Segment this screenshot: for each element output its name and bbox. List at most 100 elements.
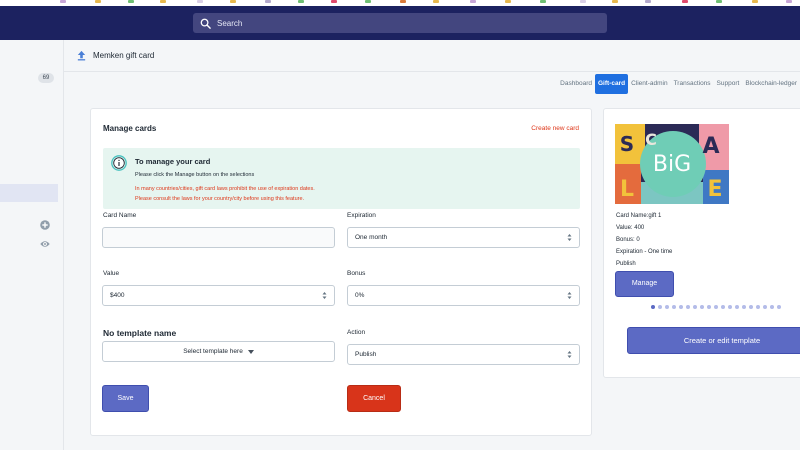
carousel-dot[interactable]	[672, 305, 676, 309]
tab-gift-card[interactable]: Gift-card	[594, 74, 629, 94]
carousel-dot[interactable]	[707, 305, 711, 309]
expiration-label: Expiration	[347, 212, 376, 219]
info-warning: Please consult the laws for your country…	[135, 196, 305, 202]
manage-cards-panel: Manage cards Create new card To manage y…	[90, 108, 592, 436]
tab-favicon[interactable]	[505, 0, 511, 3]
action-label: Action	[347, 329, 366, 336]
card-name-input[interactable]	[102, 227, 335, 248]
card-status-text: Publish	[616, 261, 636, 267]
tab-favicon[interactable]	[540, 0, 546, 3]
tab-favicon[interactable]	[433, 0, 439, 3]
page-header: Memken gift card	[64, 40, 800, 72]
carousel-dot[interactable]	[679, 305, 683, 309]
carousel-dot[interactable]	[700, 305, 704, 309]
tab-favicon[interactable]	[95, 0, 101, 3]
tab-favicon[interactable]	[470, 0, 476, 3]
save-button[interactable]: Save	[102, 385, 149, 412]
tab-favicon[interactable]	[265, 0, 271, 3]
card-letter: A	[702, 134, 719, 159]
tab-favicon[interactable]	[365, 0, 371, 3]
bonus-value: 0%	[355, 292, 365, 299]
eye-icon[interactable]	[40, 239, 50, 249]
carousel-dot[interactable]	[721, 305, 725, 309]
tab-favicon[interactable]	[645, 0, 651, 3]
sidebar: 69	[0, 40, 64, 450]
tab-favicon[interactable]	[786, 0, 792, 3]
tab-favicon[interactable]	[60, 0, 66, 3]
carousel-dot[interactable]	[651, 305, 655, 309]
carousel-dots	[651, 305, 781, 309]
updown-arrows-icon	[322, 292, 327, 299]
tab-favicon[interactable]	[298, 0, 304, 3]
carousel-dot[interactable]	[693, 305, 697, 309]
template-select[interactable]: Select template here	[102, 341, 335, 362]
expiration-value: One month	[355, 234, 388, 241]
carousel-dot[interactable]	[686, 305, 690, 309]
edit-template-button[interactable]: Create or edit template	[627, 327, 800, 354]
carousel-dot[interactable]	[735, 305, 739, 309]
updown-arrows-icon	[567, 292, 572, 299]
value-value: $400	[110, 292, 125, 299]
search-placeholder: Search	[217, 18, 243, 28]
card-preview-panel: S C A L E BiG Card Name:gift 1 Value: 40…	[603, 108, 800, 378]
card-letter: C	[645, 130, 657, 149]
info-icon	[111, 155, 127, 171]
upload-icon	[77, 50, 86, 61]
info-banner: To manage your card Please click the Man…	[103, 148, 580, 209]
info-warning: In many countries/cities, gift card laws…	[135, 186, 315, 192]
bonus-label: Bonus	[347, 270, 366, 277]
carousel-dot[interactable]	[714, 305, 718, 309]
carousel-dot[interactable]	[658, 305, 662, 309]
panel-title: Manage cards	[103, 124, 157, 133]
action-value: Publish	[355, 351, 377, 358]
carousel-dot[interactable]	[742, 305, 746, 309]
carousel-dot[interactable]	[728, 305, 732, 309]
template-title: No template name	[103, 328, 177, 338]
card-letter: S	[620, 132, 634, 156]
tab-favicon[interactable]	[752, 0, 758, 3]
gift-card-image[interactable]: S C A L E BiG	[615, 124, 729, 204]
updown-arrows-icon	[567, 351, 572, 358]
tab-favicon[interactable]	[612, 0, 618, 3]
tab-favicon[interactable]	[331, 0, 337, 3]
tab-favicon[interactable]	[128, 0, 134, 3]
tab-dashboard[interactable]: Dashboard	[557, 74, 595, 94]
plus-circle-icon[interactable]	[40, 220, 50, 230]
tab-favicon[interactable]	[580, 0, 586, 3]
tab-favicon[interactable]	[716, 0, 722, 3]
carousel-dot[interactable]	[763, 305, 767, 309]
tab-favicon[interactable]	[400, 0, 406, 3]
sidebar-active-item[interactable]	[0, 184, 58, 202]
carousel-dot[interactable]	[665, 305, 669, 309]
card-letter: E	[707, 177, 722, 202]
value-select[interactable]: $400	[102, 285, 335, 306]
updown-arrows-icon	[567, 234, 572, 241]
action-select[interactable]: Publish	[347, 344, 580, 365]
carousel-dot[interactable]	[756, 305, 760, 309]
info-title: To manage your card	[135, 157, 211, 166]
nav-tabs: Dashboard Gift-card Client-admin Transac…	[557, 74, 800, 94]
tab-blockchain-ledger[interactable]: Blockchain-ledger	[742, 74, 800, 94]
page-title: Memken gift card	[93, 51, 155, 60]
value-label: Value	[103, 270, 120, 277]
notification-badge: 69	[38, 73, 54, 83]
tab-favicon[interactable]	[160, 0, 166, 3]
tab-support[interactable]: Support	[714, 74, 743, 94]
search-bar[interactable]: Search	[193, 13, 607, 33]
top-bar: Search	[0, 6, 800, 40]
tab-favicon[interactable]	[197, 0, 203, 3]
bonus-select[interactable]: 0%	[347, 285, 580, 306]
tab-favicon[interactable]	[682, 0, 688, 3]
chevron-down-icon	[247, 349, 254, 354]
carousel-dot[interactable]	[777, 305, 781, 309]
tab-transactions[interactable]: Transactions	[671, 74, 714, 94]
create-new-card-link[interactable]: Create new card	[531, 125, 579, 132]
tab-favicon[interactable]	[230, 0, 236, 3]
tab-client-admin[interactable]: Client-admin	[628, 74, 671, 94]
expiration-select[interactable]: One month	[347, 227, 580, 248]
carousel-dot[interactable]	[770, 305, 774, 309]
manage-button[interactable]: Manage	[615, 271, 674, 297]
cancel-button[interactable]: Cancel	[347, 385, 401, 412]
carousel-dot[interactable]	[749, 305, 753, 309]
gift-card-artwork: S C A L E BiG	[615, 124, 729, 204]
